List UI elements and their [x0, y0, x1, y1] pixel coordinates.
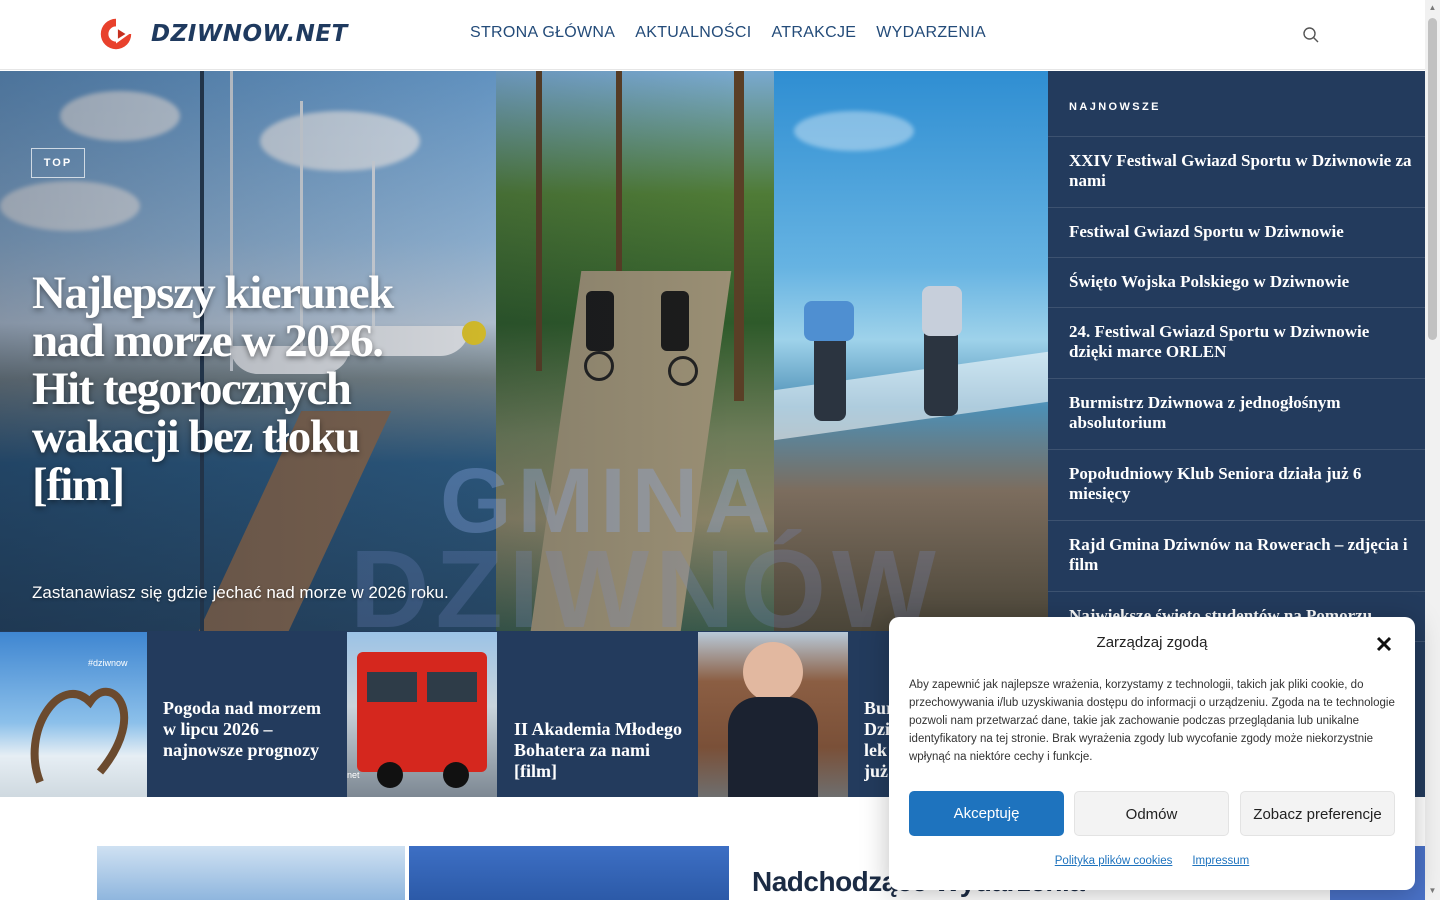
close-icon[interactable]: [1375, 635, 1393, 653]
latest-item[interactable]: Popołudniowy Klub Seniora działa już 6 m…: [1048, 450, 1425, 521]
top-category-badge[interactable]: TOP: [31, 148, 85, 178]
main-nav: STRONA GŁÓWNA AKTUALNOŚCI ATRAKCJE WYDAR…: [470, 24, 986, 42]
heart-sculpture-icon: [30, 687, 129, 784]
scrollbar-thumb[interactable]: [1428, 18, 1437, 340]
latest-item[interactable]: Burmistrz Dziwnowa z jednogłośnym absolu…: [1048, 379, 1425, 450]
consent-text: Aby zapewnić jak najlepsze wrażenia, kor…: [909, 679, 1395, 763]
post-card-image: net: [347, 632, 497, 797]
lower-post-image[interactable]: [97, 846, 405, 900]
post-card-title[interactable]: Pogoda nad morzem w lipcu 2026 – najnows…: [163, 698, 333, 761]
site-logo[interactable]: DZIWNOW.NET: [97, 15, 348, 53]
deny-button[interactable]: Odmów: [1074, 791, 1229, 836]
post-card-academy[interactable]: net II Akademia Młodego Bohatera za nami…: [347, 632, 697, 797]
card-image-caption: net: [347, 770, 360, 780]
latest-item[interactable]: Festiwal Gwiazd Sportu w Dziwnowie: [1048, 208, 1425, 258]
latest-item[interactable]: 24. Festiwal Gwiazd Sportu w Dziwnowie d…: [1048, 308, 1425, 379]
cookie-consent-dialog: Zarządzaj zgodą Aby zapewnić jak najleps…: [889, 617, 1415, 890]
hero-featured-post[interactable]: GMINA DZIWNÓW TOP Najlepszy kierunek nad…: [0, 71, 1048, 631]
site-header: DZIWNOW.NET STRONA GŁÓWNA AKTUALNOŚCI AT…: [0, 0, 1425, 70]
nav-item-home[interactable]: STRONA GŁÓWNA: [470, 24, 615, 42]
nav-item-news[interactable]: AKTUALNOŚCI: [635, 24, 751, 42]
logo-text: DZIWNOW.NET: [151, 21, 348, 47]
search-icon[interactable]: [1302, 26, 1320, 44]
nav-item-events[interactable]: WYDARZENIA: [876, 24, 986, 42]
latest-item[interactable]: XXIV Festiwal Gwiazd Sportu w Dziwnowie …: [1048, 137, 1425, 208]
post-card-image: #dziwnow: [0, 632, 147, 797]
consent-title: Zarządzaj zgodą: [1096, 634, 1208, 651]
latest-item[interactable]: Rajd Gmina Dziwnów na Rowerach – zdjęcia…: [1048, 521, 1425, 592]
consent-links: Polityka plików cookies Impressum: [889, 855, 1415, 867]
impressum-link[interactable]: Impressum: [1192, 855, 1249, 867]
view-preferences-button[interactable]: Zobacz preferencje: [1240, 791, 1395, 836]
logo-mark-icon: [100, 18, 132, 50]
latest-item[interactable]: Święto Wojska Polskiego w Dziwnowie: [1048, 258, 1425, 308]
hero-watermark-dziwnow: DZIWNÓW: [350, 528, 942, 631]
post-card-image: [698, 632, 848, 797]
post-card-title[interactable]: II Akademia Młodego Bohatera za nami [fi…: [514, 719, 684, 782]
scroll-up-arrow-icon[interactable]: ▲: [1428, 3, 1437, 12]
nav-item-attractions[interactable]: ATRAKCJE: [771, 24, 856, 42]
page-scrollbar[interactable]: ▲ ▼: [1425, 0, 1440, 900]
lower-post-image[interactable]: [409, 846, 729, 900]
latest-heading: NAJNOWSZE: [1048, 71, 1425, 137]
hero-excerpt: Zastanawiasz się gdzie jechać nad morze …: [32, 583, 449, 602]
post-card-weather[interactable]: #dziwnow Pogoda nad morzem w lipcu 2026 …: [0, 632, 346, 797]
cookie-policy-link[interactable]: Polityka plików cookies: [1055, 855, 1173, 867]
scroll-down-arrow-icon[interactable]: ▼: [1428, 886, 1437, 895]
card-image-caption: #dziwnow: [88, 658, 128, 668]
hero-title[interactable]: Najlepszy kierunek nad morze w 2026. Hit…: [32, 269, 412, 509]
accept-button[interactable]: Akceptuję: [909, 791, 1064, 836]
